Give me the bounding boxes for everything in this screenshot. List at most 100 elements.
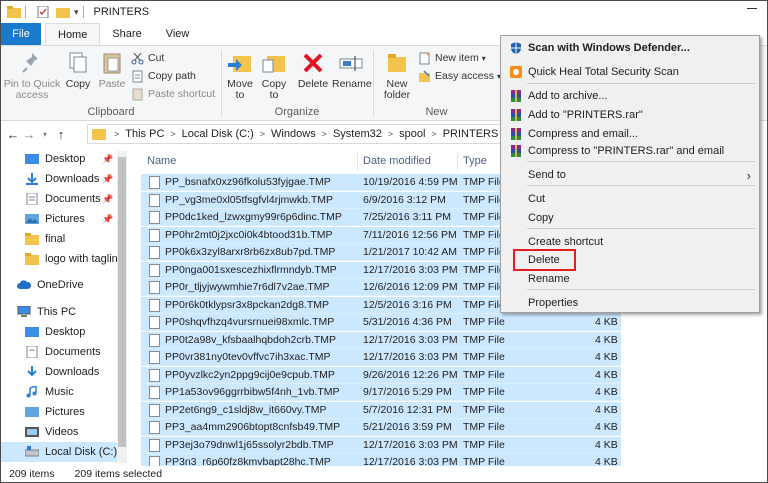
menu-separator: [527, 83, 755, 84]
breadcrumb-windows[interactable]: Windows: [271, 128, 316, 140]
nav-item-pc-videos[interactable]: Videos: [1, 422, 127, 442]
delete-x-icon: [300, 50, 326, 76]
up-arrow-icon[interactable]: ↑: [53, 127, 69, 142]
file-row[interactable]: PP3n3_r6p60fz8kmvbapt28hc.TMP 12/17/2016 …: [141, 454, 621, 466]
nav-item-onedrive[interactable]: OneDrive: [1, 275, 127, 295]
file-row[interactable]: PP0shqvfhzq4vursrnuei98xmlc.TMP 5/31/2016…: [141, 314, 621, 331]
menu-item-scan-with-windows-defender[interactable]: Scan with Windows Defender...: [501, 38, 759, 58]
pin-to-quick-access-button[interactable]: Pin to Quick access: [3, 50, 61, 101]
column-header-type[interactable]: Type: [463, 150, 487, 172]
breadcrumb-this-pc[interactable]: This PC: [125, 128, 164, 140]
column-header-name[interactable]: Name: [147, 150, 176, 172]
easy-access-button[interactable]: Easy access ▾: [418, 68, 501, 84]
paste-button[interactable]: Paste: [97, 50, 127, 90]
nav-item-pc-music[interactable]: Music: [1, 382, 127, 402]
title-bar: ▾ PRINTERS: [1, 1, 767, 23]
file-type: TMP File: [463, 228, 505, 241]
nav-pane-scrollbar-thumb[interactable]: [118, 157, 126, 447]
rename-button[interactable]: Rename: [332, 50, 372, 90]
breadcrumb-local-disk[interactable]: Local Disk (C:): [182, 128, 254, 140]
copy-button[interactable]: Copy: [63, 50, 93, 90]
pin-icon: [19, 50, 45, 76]
pictures-icon: [25, 407, 39, 417]
address-bar[interactable]: > This PC > Local Disk (C:) > Windows > …: [87, 124, 507, 144]
menu-item-cut[interactable]: Cut: [501, 189, 759, 209]
quick-heal-icon: [509, 65, 523, 79]
properties-icon[interactable]: [36, 6, 50, 18]
file-name: PP_vg3me0xl05tfsgfvl4rjmwkb.TMP: [165, 193, 334, 206]
nav-item-desktop[interactable]: Desktop 📌: [1, 149, 127, 169]
tab-file[interactable]: File: [1, 23, 41, 45]
recent-locations-chevron-icon[interactable]: ▾: [37, 130, 53, 139]
rename-icon: [338, 50, 364, 76]
file-row[interactable]: PP1a53ov96ggrrbibw5f4nh_1vb.TMP 9/17/2016…: [141, 384, 621, 401]
tab-view[interactable]: View: [154, 23, 202, 45]
menu-item-quick-heal-total-security-scan[interactable]: Quick Heal Total Security Scan: [501, 62, 759, 82]
nav-item-downloads[interactable]: Downloads 📌: [1, 169, 127, 189]
nav-item-pc-downloads[interactable]: Downloads: [1, 362, 127, 382]
copy-path-icon: [131, 70, 144, 83]
breadcrumb-separator: >: [431, 129, 437, 139]
move-to-button[interactable]: Move to: [224, 50, 256, 101]
file-date-modified: 10/19/2016 4:59 PM: [363, 176, 458, 188]
file-name: PP0t2a98v_kfsbaalhqbdoh2crb.TMP: [165, 333, 337, 346]
desktop-icon: [25, 154, 39, 164]
file-row[interactable]: PP0vr381ny0tev0vffvc7ih3xac.TMP 12/17/201…: [141, 349, 621, 366]
file-name: PP0hr2mt0j2jxc0i0k4btood31b.TMP: [165, 228, 333, 241]
new-folder-button[interactable]: New folder: [378, 50, 416, 101]
file-row[interactable]: PP0yvzlkc2yn2ppg9cij0e9cpub.TMP 9/26/2016…: [141, 366, 621, 384]
file-name: PP0dc1ked_lzwxgmy99r6p6dinc.TMP: [165, 211, 342, 223]
tab-share[interactable]: Share: [100, 23, 153, 45]
nav-item-pc-desktop[interactable]: Desktop: [1, 322, 127, 342]
nav-item-pc-pictures[interactable]: Pictures: [1, 402, 127, 422]
nav-item-pc-documents[interactable]: Documents: [1, 342, 127, 362]
paste-shortcut-button[interactable]: Paste shortcut: [131, 86, 215, 102]
quick-access-toolbar-dropdown[interactable]: ▾: [74, 7, 79, 18]
cut-button[interactable]: Cut: [131, 50, 164, 66]
nav-item-final[interactable]: final: [1, 229, 127, 249]
copy-path-button[interactable]: Copy path: [131, 68, 196, 84]
copy-to-button[interactable]: Copy to: [258, 50, 290, 101]
new-folder-quick-icon[interactable]: [56, 6, 70, 18]
minimize-button[interactable]: [747, 8, 757, 9]
file-row[interactable]: PP3_aa4mm2906btopt8cnfsb49.TMP 5/21/2016 …: [141, 419, 621, 436]
file-date-modified: 9/26/2016 12:26 PM: [363, 368, 458, 381]
menu-item-add-to-archive[interactable]: Add to archive...: [501, 86, 759, 106]
menu-item-send-to[interactable]: Send to ›: [501, 165, 759, 185]
nav-item-this-pc[interactable]: This PC: [1, 302, 127, 322]
column-header-date-modified[interactable]: Date modified: [363, 150, 431, 172]
desktop-icon: [25, 327, 39, 337]
menu-separator: [527, 161, 755, 162]
file-row[interactable]: PP2et6ng9_c1sldj8w_it660vy.TMP 5/7/2016 1…: [141, 401, 621, 419]
nav-item-documents[interactable]: Documents 📌: [1, 189, 127, 209]
file-row[interactable]: PP0t2a98v_kfsbaalhqbdoh2crb.TMP 12/17/201…: [141, 331, 621, 349]
menu-item-rename[interactable]: Rename: [501, 269, 759, 289]
new-group: New folder New item ▾ Easy access ▾ New: [374, 46, 501, 120]
breadcrumb-printers[interactable]: PRINTERS: [443, 128, 499, 140]
forward-arrow-icon[interactable]: →: [21, 127, 37, 142]
tmp-file-icon: [149, 211, 160, 224]
breadcrumb-system32[interactable]: System32: [333, 128, 382, 140]
delete-button[interactable]: Delete: [296, 50, 330, 90]
menu-item-copy[interactable]: Copy: [501, 208, 759, 228]
tmp-file-icon: [149, 386, 160, 399]
breadcrumb-spool[interactable]: spool: [399, 128, 425, 140]
menu-item-properties[interactable]: Properties: [501, 293, 759, 313]
new-item-button[interactable]: New item ▾: [418, 50, 486, 66]
menu-item-add-to-printers-rar[interactable]: Add to "PRINTERS.rar": [501, 105, 759, 125]
file-type: TMP File: [463, 281, 505, 293]
menu-separator: [527, 228, 755, 229]
nav-item-local-disk[interactable]: Local Disk (C:): [1, 442, 127, 462]
back-arrow-icon[interactable]: ←: [5, 127, 21, 142]
nav-item-pictures[interactable]: Pictures 📌: [1, 209, 127, 229]
tmp-file-icon: [149, 333, 160, 347]
paste-icon: [99, 50, 125, 76]
menu-item-label: Add to "PRINTERS.rar": [528, 109, 643, 121]
file-row[interactable]: PP3ej3o79dnwl1j65ssolyr2bdb.TMP 12/17/201…: [141, 436, 621, 454]
copy-to-icon: [261, 50, 287, 76]
nav-item-logo-with-tagline[interactable]: logo with tagline: [1, 249, 127, 269]
selected-count: 209 items selected: [74, 468, 163, 480]
menu-item-compress-to-printers-rar-and-email[interactable]: Compress to "PRINTERS.rar" and email: [501, 141, 759, 161]
nav-pane-scrollbar[interactable]: [117, 151, 127, 463]
tab-home[interactable]: Home: [45, 23, 101, 45]
